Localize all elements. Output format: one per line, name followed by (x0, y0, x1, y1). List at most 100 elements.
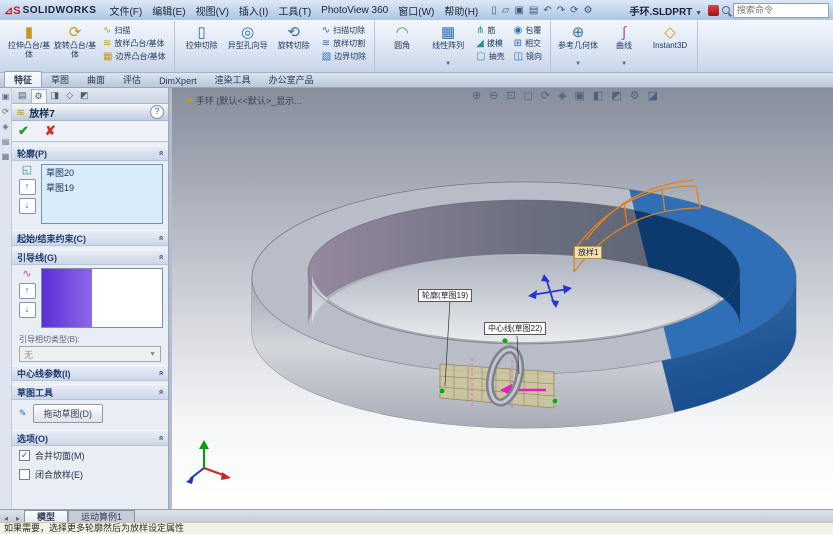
move-profile-up-button[interactable]: ↑ (18, 179, 36, 195)
band-model[interactable] (251, 92, 833, 473)
open-document-icon[interactable]: ▱ (502, 5, 510, 16)
extrude-boss-button[interactable]: ▮ 拉伸凸台/基体 (6, 22, 52, 61)
tree-history-icon[interactable]: ⟳ (2, 107, 9, 116)
move-guide-down-button[interactable]: ↓ (18, 302, 36, 318)
rotate-view-icon[interactable]: ⟳ (541, 89, 550, 102)
fillet-button[interactable]: ◠ 圆角 (379, 22, 425, 61)
print-icon[interactable]: ▤ (529, 5, 538, 16)
displaymanager-tab-icon[interactable]: ◩ (77, 89, 92, 102)
menu-insert[interactable]: 插入(I) (234, 1, 273, 20)
tab-render-tools[interactable]: 渲染工具 (206, 72, 260, 87)
curves-button[interactable]: ∫ 曲线 ▼ (601, 22, 647, 67)
revolve-boss-button[interactable]: ⟳ 旋转凸台/基体 (52, 22, 98, 61)
shell-button[interactable]: ▢ 抽壳 (474, 51, 506, 62)
document-title-dropdown-icon[interactable]: ▼ (695, 10, 702, 17)
propertymanager-tab-icon[interactable]: ⚙ (30, 88, 47, 103)
instant3d-button[interactable]: ◇ Instant3D (647, 22, 693, 61)
intersect-button[interactable]: ⊞ 相交 (512, 38, 544, 49)
dimxpertmanager-tab-icon[interactable]: ◇ (63, 89, 76, 102)
extrude-cut-button[interactable]: ▯ 拉伸切除 (179, 22, 225, 61)
tab-surfaces[interactable]: 曲面 (78, 72, 114, 87)
profile-callout[interactable]: 轮廓(草图19) (418, 289, 473, 302)
menu-photoview[interactable]: PhotoView 360 (316, 3, 393, 18)
hide-show-items-icon[interactable]: ◧ (593, 89, 603, 102)
undo-icon[interactable]: ↶ (543, 5, 551, 16)
draft-button[interactable]: ◢ 拔模 (474, 38, 506, 49)
move-profile-down-button[interactable]: ↓ (18, 198, 36, 214)
wrap-button[interactable]: ◉ 包覆 (512, 25, 544, 36)
centerline-callout[interactable]: 中心线(草图22) (484, 322, 547, 335)
command-search-input[interactable] (733, 2, 829, 18)
move-guide-up-button[interactable]: ↑ (18, 283, 36, 299)
sweep-cut-button[interactable]: ∿ 扫描切除 (320, 25, 368, 36)
profile-endpoint-marker[interactable] (438, 387, 446, 395)
loft-button[interactable]: ≋ 放样凸台/基体 (101, 38, 168, 49)
tab-evaluate[interactable]: 评估 (114, 72, 150, 87)
menu-file[interactable]: 文件(F) (104, 1, 147, 20)
profiles-section-header[interactable]: 轮廓(P) » (12, 145, 168, 161)
hole-wizard-button[interactable]: ◎ 异型孔向导 (225, 22, 271, 61)
guide-tangency-dropdown[interactable]: 无 ▼ (19, 346, 161, 362)
loft-cut-button[interactable]: ≋ 放样切割 (320, 38, 368, 49)
sweep-button[interactable]: ∿ 扫描 (101, 25, 168, 36)
menu-help[interactable]: 帮助(H) (439, 1, 483, 20)
curves-dropdown-icon[interactable]: ▼ (621, 61, 627, 67)
tree-annotations-icon[interactable]: ▤ (2, 137, 10, 146)
tab-dimxpert[interactable]: DimXpert (150, 75, 206, 87)
edit-appearance-icon[interactable]: ◩ (611, 89, 621, 102)
rib-button[interactable]: ⋔ 筋 (474, 25, 506, 36)
options-icon[interactable]: ⚙ (584, 5, 593, 16)
rebuild-icon[interactable]: ⟳ (570, 5, 578, 16)
redo-icon[interactable]: ↷ (557, 5, 565, 16)
section-view-icon[interactable]: ◪ (648, 89, 658, 102)
linear-pattern-dropdown-icon[interactable]: ▼ (445, 61, 451, 67)
tab-features[interactable]: 特征 (4, 71, 43, 87)
loft-callout[interactable]: 放样1 (574, 246, 603, 259)
cancel-button[interactable]: ✘ (45, 123, 56, 139)
profile-endpoint-marker[interactable] (501, 337, 509, 345)
profile-list-item[interactable]: 草图19 (42, 180, 162, 195)
boundary-cut-button[interactable]: ▧ 边界切除 (320, 51, 368, 62)
new-document-icon[interactable]: ▯ (491, 5, 497, 16)
previous-view-icon[interactable]: ◻ (524, 89, 533, 102)
tree-material-icon[interactable]: ▦ (2, 152, 10, 161)
configurationmanager-tab-icon[interactable]: ◨ (48, 89, 63, 102)
featuremanager-tab-icon[interactable]: ▤ (15, 89, 30, 102)
menu-edit[interactable]: 编辑(E) (147, 1, 190, 20)
zoom-in-out-icon[interactable]: ⊡ (506, 89, 515, 102)
boundary-boss-button[interactable]: ▦ 边界凸台/基体 (101, 51, 168, 62)
centerline-parameters-header[interactable]: 中心线参数(I) » (12, 365, 168, 381)
model-canvas[interactable] (172, 88, 833, 509)
help-button[interactable]: ? (150, 105, 164, 119)
sketch-tools-header[interactable]: 草图工具 » (12, 384, 168, 400)
options-section-header[interactable]: 选项(O) » (12, 430, 168, 446)
zoom-area-icon[interactable]: ⊖ (489, 89, 498, 102)
tab-office-products[interactable]: 办公室产品 (260, 72, 323, 87)
profile-list-item[interactable]: 草图20 (42, 165, 162, 180)
mirror-button[interactable]: ◫ 镜向 (512, 51, 544, 62)
profile-endpoint-marker[interactable] (551, 397, 559, 405)
ok-button[interactable]: ✔ (18, 123, 29, 139)
reference-geometry-button[interactable]: ⊕ 参考几何体 ▼ (555, 22, 601, 67)
linear-pattern-button[interactable]: ▦ 线性阵列 ▼ (425, 22, 471, 67)
save-icon[interactable]: ▣ (514, 5, 523, 16)
revolve-cut-button[interactable]: ⟲ 旋转切除 (271, 22, 317, 61)
close-loft-checkbox[interactable] (19, 469, 30, 480)
menu-window[interactable]: 窗口(W) (393, 1, 439, 20)
reference-geometry-dropdown-icon[interactable]: ▼ (575, 61, 581, 67)
tree-part-icon[interactable]: ▣ (2, 92, 10, 101)
drag-sketch-button[interactable]: 拖动草图(D) (32, 404, 104, 423)
profiles-listbox[interactable]: 草图20 草图19 (41, 164, 163, 224)
menu-view[interactable]: 视图(V) (191, 1, 234, 20)
apply-scene-icon[interactable]: ⚙ (630, 89, 640, 102)
display-style-icon[interactable]: ▣ (574, 89, 584, 102)
zoom-fit-icon[interactable]: ⊕ (472, 89, 481, 102)
menu-tools[interactable]: 工具(T) (273, 1, 316, 20)
tab-sketch[interactable]: 草图 (42, 72, 78, 87)
start-end-constraints-header[interactable]: 起始/结束约束(C) » (12, 230, 168, 246)
tree-sensors-icon[interactable]: ◈ (2, 122, 8, 131)
merge-faces-checkbox[interactable]: ✓ (19, 450, 30, 461)
guide-curves-header[interactable]: 引导线(G) » (12, 249, 168, 265)
graphics-area[interactable]: ◈ 手环 (默认<<默认>_显示... ⊕ ⊖ ⊡ ◻ ⟳ ◈ ▣ ◧ ◩ ⚙ … (172, 88, 833, 509)
view-orientation-icon[interactable]: ◈ (558, 89, 566, 102)
